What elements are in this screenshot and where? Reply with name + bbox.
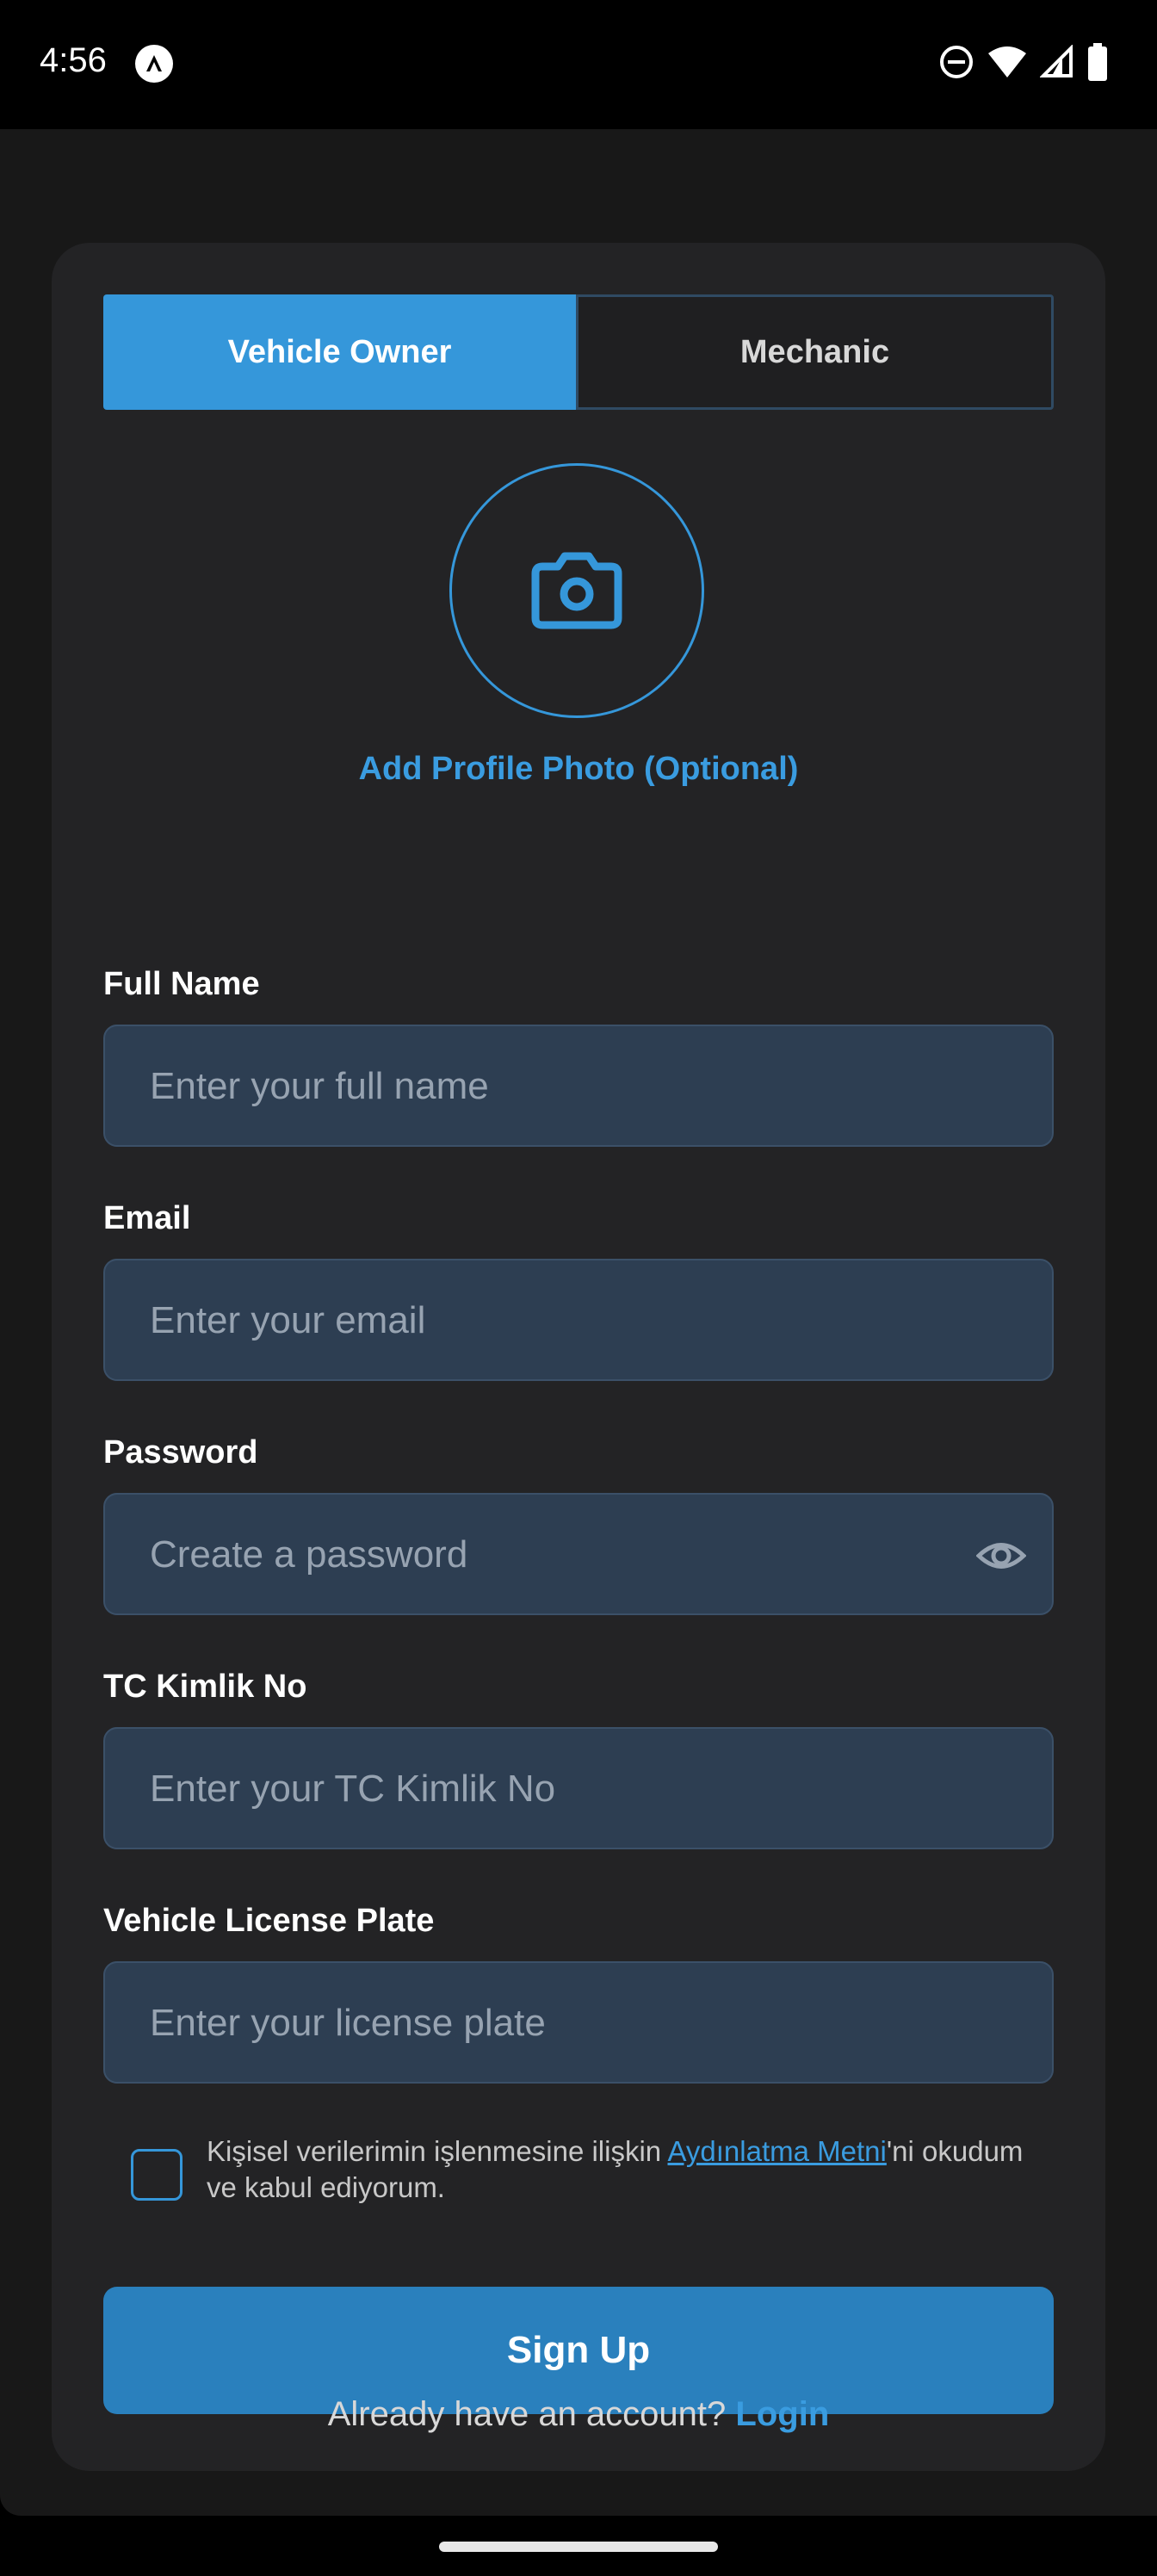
tab-mechanic[interactable]: Mechanic: [576, 294, 1054, 410]
email-field[interactable]: [103, 1259, 1054, 1381]
do-not-disturb-icon: [940, 46, 973, 78]
consent-text-before: Kişisel verilerimin işlenmesine ilişkin: [207, 2135, 668, 2167]
tc-kimlik-input[interactable]: [148, 1729, 926, 1849]
status-bar: 4:56: [0, 0, 1157, 129]
password-input[interactable]: [148, 1495, 926, 1615]
full-name-label: Full Name: [103, 966, 260, 1002]
cellular-signal-icon: [1040, 45, 1073, 77]
status-time: 4:56: [40, 41, 107, 79]
login-prompt: Already have an account?: [327, 2395, 727, 2433]
camera-icon: [531, 552, 622, 629]
password-label: Password: [103, 1434, 258, 1471]
tc-kimlik-field[interactable]: [103, 1727, 1054, 1849]
home-indicator[interactable]: [439, 2542, 718, 2552]
login-link[interactable]: Login: [735, 2395, 829, 2433]
email-input[interactable]: [148, 1260, 926, 1381]
show-password-eye-icon[interactable]: [976, 1533, 1026, 1579]
role-tabs: Vehicle Owner Mechanic: [103, 294, 1054, 410]
add-profile-photo-button[interactable]: [449, 463, 704, 718]
app-notification-icon: [135, 45, 173, 83]
license-plate-field[interactable]: [103, 1961, 1054, 2084]
add-profile-photo-label[interactable]: Add Profile Photo (Optional): [52, 751, 1105, 788]
password-field[interactable]: [103, 1493, 1054, 1615]
battery-icon: [1088, 43, 1107, 81]
consent-checkbox[interactable]: [131, 2149, 183, 2201]
full-name-field[interactable]: [103, 1025, 1054, 1147]
login-prompt-line: Already have an account? Login: [52, 2395, 1105, 2434]
license-plate-label: Vehicle License Plate: [103, 1903, 435, 1939]
tab-vehicle-owner[interactable]: Vehicle Owner: [103, 294, 576, 410]
wifi-icon: [988, 46, 1026, 77]
app-screen: Vehicle Owner Mechanic Add Profile Photo…: [0, 129, 1157, 2516]
license-plate-input[interactable]: [148, 1963, 926, 2084]
consent-text: Kişisel verilerimin işlenmesine ilişkin …: [207, 2133, 1050, 2206]
email-label: Email: [103, 1200, 191, 1236]
full-name-input[interactable]: [148, 1026, 926, 1147]
tc-kimlik-label: TC Kimlik No: [103, 1669, 307, 1705]
signup-card: Vehicle Owner Mechanic Add Profile Photo…: [52, 243, 1105, 2471]
aydinlatma-metni-link[interactable]: Aydınlatma Metni: [668, 2135, 887, 2167]
gesture-nav-area: [0, 2516, 1157, 2576]
